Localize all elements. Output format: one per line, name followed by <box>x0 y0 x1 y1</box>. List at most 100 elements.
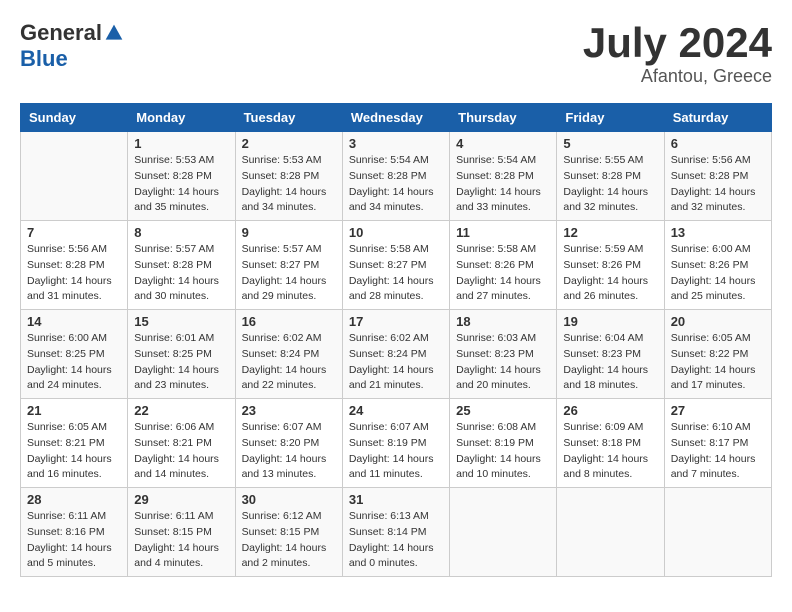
day-cell <box>21 132 128 221</box>
logo-icon <box>104 23 124 43</box>
day-cell: 7 Sunrise: 5:56 AMSunset: 8:28 PMDaylight… <box>21 221 128 310</box>
day-info: Sunrise: 5:54 AMSunset: 8:28 PMDaylight:… <box>349 153 443 216</box>
day-cell: 13 Sunrise: 6:00 AMSunset: 8:26 PMDayligh… <box>664 221 771 310</box>
day-info: Sunrise: 6:00 AMSunset: 8:26 PMDaylight:… <box>671 242 765 305</box>
header-day-sunday: Sunday <box>21 104 128 132</box>
title-block: July 2024 Afantou, Greece <box>583 20 772 87</box>
day-cell <box>557 488 664 577</box>
day-number: 2 <box>242 136 336 151</box>
day-number: 31 <box>349 492 443 507</box>
day-info: Sunrise: 5:53 AMSunset: 8:28 PMDaylight:… <box>242 153 336 216</box>
day-number: 19 <box>563 314 657 329</box>
day-info: Sunrise: 5:53 AMSunset: 8:28 PMDaylight:… <box>134 153 228 216</box>
day-info: Sunrise: 5:59 AMSunset: 8:26 PMDaylight:… <box>563 242 657 305</box>
day-info: Sunrise: 5:58 AMSunset: 8:26 PMDaylight:… <box>456 242 550 305</box>
day-cell: 30Sunrise: 6:12 AMSunset: 8:15 PMDayligh… <box>235 488 342 577</box>
day-cell: 28 Sunrise: 6:11 AMSunset: 8:16 PMDayligh… <box>21 488 128 577</box>
day-info: Sunrise: 5:56 AMSunset: 8:28 PMDaylight:… <box>27 242 121 305</box>
day-info: Sunrise: 5:57 AMSunset: 8:27 PMDaylight:… <box>242 242 336 305</box>
day-cell <box>450 488 557 577</box>
day-info: Sunrise: 5:58 AMSunset: 8:27 PMDaylight:… <box>349 242 443 305</box>
day-info: Sunrise: 6:11 AMSunset: 8:15 PMDaylight:… <box>134 509 228 572</box>
day-number: 22 <box>134 403 228 418</box>
day-cell <box>664 488 771 577</box>
day-info: Sunrise: 5:57 AMSunset: 8:28 PMDaylight:… <box>134 242 228 305</box>
week-row-4: 21Sunrise: 6:05 AMSunset: 8:21 PMDayligh… <box>21 399 772 488</box>
day-cell: 22 Sunrise: 6:06 AMSunset: 8:21 PMDayligh… <box>128 399 235 488</box>
page-header: General Blue July 2024 Afantou, Greece <box>20 20 772 87</box>
week-row-3: 14Sunrise: 6:00 AMSunset: 8:25 PMDayligh… <box>21 310 772 399</box>
day-number: 28 <box>27 492 121 507</box>
day-number: 20 <box>671 314 765 329</box>
location: Afantou, Greece <box>583 66 772 87</box>
day-cell: 15Sunrise: 6:01 AMSunset: 8:25 PMDayligh… <box>128 310 235 399</box>
header-row: SundayMondayTuesdayWednesdayThursdayFrid… <box>21 104 772 132</box>
week-row-2: 7 Sunrise: 5:56 AMSunset: 8:28 PMDaylight… <box>21 221 772 310</box>
day-info: Sunrise: 5:55 AMSunset: 8:28 PMDaylight:… <box>563 153 657 216</box>
day-cell: 12 Sunrise: 5:59 AMSunset: 8:26 PMDayligh… <box>557 221 664 310</box>
month-title: July 2024 <box>583 20 772 66</box>
day-number: 8 <box>134 225 228 240</box>
day-cell: 16 Sunrise: 6:02 AMSunset: 8:24 PMDayligh… <box>235 310 342 399</box>
day-info: Sunrise: 6:10 AMSunset: 8:17 PMDaylight:… <box>671 420 765 483</box>
day-cell: 26 Sunrise: 6:09 AMSunset: 8:18 PMDayligh… <box>557 399 664 488</box>
day-number: 16 <box>242 314 336 329</box>
header-day-friday: Friday <box>557 104 664 132</box>
day-number: 23 <box>242 403 336 418</box>
day-number: 6 <box>671 136 765 151</box>
day-cell: 6 Sunrise: 5:56 AMSunset: 8:28 PMDaylight… <box>664 132 771 221</box>
day-info: Sunrise: 6:01 AMSunset: 8:25 PMDaylight:… <box>134 331 228 394</box>
day-info: Sunrise: 6:08 AMSunset: 8:19 PMDaylight:… <box>456 420 550 483</box>
day-info: Sunrise: 6:02 AMSunset: 8:24 PMDaylight:… <box>242 331 336 394</box>
day-info: Sunrise: 6:13 AMSunset: 8:14 PMDaylight:… <box>349 509 443 572</box>
day-info: Sunrise: 5:54 AMSunset: 8:28 PMDaylight:… <box>456 153 550 216</box>
day-number: 13 <box>671 225 765 240</box>
day-number: 26 <box>563 403 657 418</box>
day-cell: 2 Sunrise: 5:53 AMSunset: 8:28 PMDaylight… <box>235 132 342 221</box>
day-number: 11 <box>456 225 550 240</box>
week-row-5: 28 Sunrise: 6:11 AMSunset: 8:16 PMDayligh… <box>21 488 772 577</box>
week-row-1: 1Sunrise: 5:53 AMSunset: 8:28 PMDaylight… <box>21 132 772 221</box>
day-cell: 5Sunrise: 5:55 AMSunset: 8:28 PMDaylight… <box>557 132 664 221</box>
day-info: Sunrise: 6:06 AMSunset: 8:21 PMDaylight:… <box>134 420 228 483</box>
calendar-table: SundayMondayTuesdayWednesdayThursdayFrid… <box>20 103 772 577</box>
day-cell: 20 Sunrise: 6:05 AMSunset: 8:22 PMDayligh… <box>664 310 771 399</box>
day-cell: 19 Sunrise: 6:04 AMSunset: 8:23 PMDayligh… <box>557 310 664 399</box>
day-info: Sunrise: 6:02 AMSunset: 8:24 PMDaylight:… <box>349 331 443 394</box>
logo-general-text: General <box>20 20 102 46</box>
day-cell: 23Sunrise: 6:07 AMSunset: 8:20 PMDayligh… <box>235 399 342 488</box>
day-number: 27 <box>671 403 765 418</box>
day-info: Sunrise: 6:11 AMSunset: 8:16 PMDaylight:… <box>27 509 121 572</box>
header-day-saturday: Saturday <box>664 104 771 132</box>
day-number: 12 <box>563 225 657 240</box>
header-day-wednesday: Wednesday <box>342 104 449 132</box>
day-number: 25 <box>456 403 550 418</box>
day-number: 18 <box>456 314 550 329</box>
day-cell: 24Sunrise: 6:07 AMSunset: 8:19 PMDayligh… <box>342 399 449 488</box>
day-cell: 21Sunrise: 6:05 AMSunset: 8:21 PMDayligh… <box>21 399 128 488</box>
day-number: 3 <box>349 136 443 151</box>
day-info: Sunrise: 6:12 AMSunset: 8:15 PMDaylight:… <box>242 509 336 572</box>
day-number: 10 <box>349 225 443 240</box>
day-info: Sunrise: 6:04 AMSunset: 8:23 PMDaylight:… <box>563 331 657 394</box>
day-cell: 29 Sunrise: 6:11 AMSunset: 8:15 PMDayligh… <box>128 488 235 577</box>
day-number: 17 <box>349 314 443 329</box>
day-info: Sunrise: 6:00 AMSunset: 8:25 PMDaylight:… <box>27 331 121 394</box>
header-day-tuesday: Tuesday <box>235 104 342 132</box>
day-number: 7 <box>27 225 121 240</box>
day-cell: 8 Sunrise: 5:57 AMSunset: 8:28 PMDaylight… <box>128 221 235 310</box>
day-cell: 4 Sunrise: 5:54 AMSunset: 8:28 PMDaylight… <box>450 132 557 221</box>
day-number: 9 <box>242 225 336 240</box>
day-cell: 9 Sunrise: 5:57 AMSunset: 8:27 PMDaylight… <box>235 221 342 310</box>
day-number: 4 <box>456 136 550 151</box>
day-cell: 11 Sunrise: 5:58 AMSunset: 8:26 PMDayligh… <box>450 221 557 310</box>
day-info: Sunrise: 6:07 AMSunset: 8:19 PMDaylight:… <box>349 420 443 483</box>
day-info: Sunrise: 6:09 AMSunset: 8:18 PMDaylight:… <box>563 420 657 483</box>
day-number: 29 <box>134 492 228 507</box>
day-cell: 17 Sunrise: 6:02 AMSunset: 8:24 PMDayligh… <box>342 310 449 399</box>
day-cell: 25 Sunrise: 6:08 AMSunset: 8:19 PMDayligh… <box>450 399 557 488</box>
day-info: Sunrise: 5:56 AMSunset: 8:28 PMDaylight:… <box>671 153 765 216</box>
day-cell: 18Sunrise: 6:03 AMSunset: 8:23 PMDayligh… <box>450 310 557 399</box>
day-info: Sunrise: 6:05 AMSunset: 8:22 PMDaylight:… <box>671 331 765 394</box>
logo-blue-text: Blue <box>20 46 68 72</box>
